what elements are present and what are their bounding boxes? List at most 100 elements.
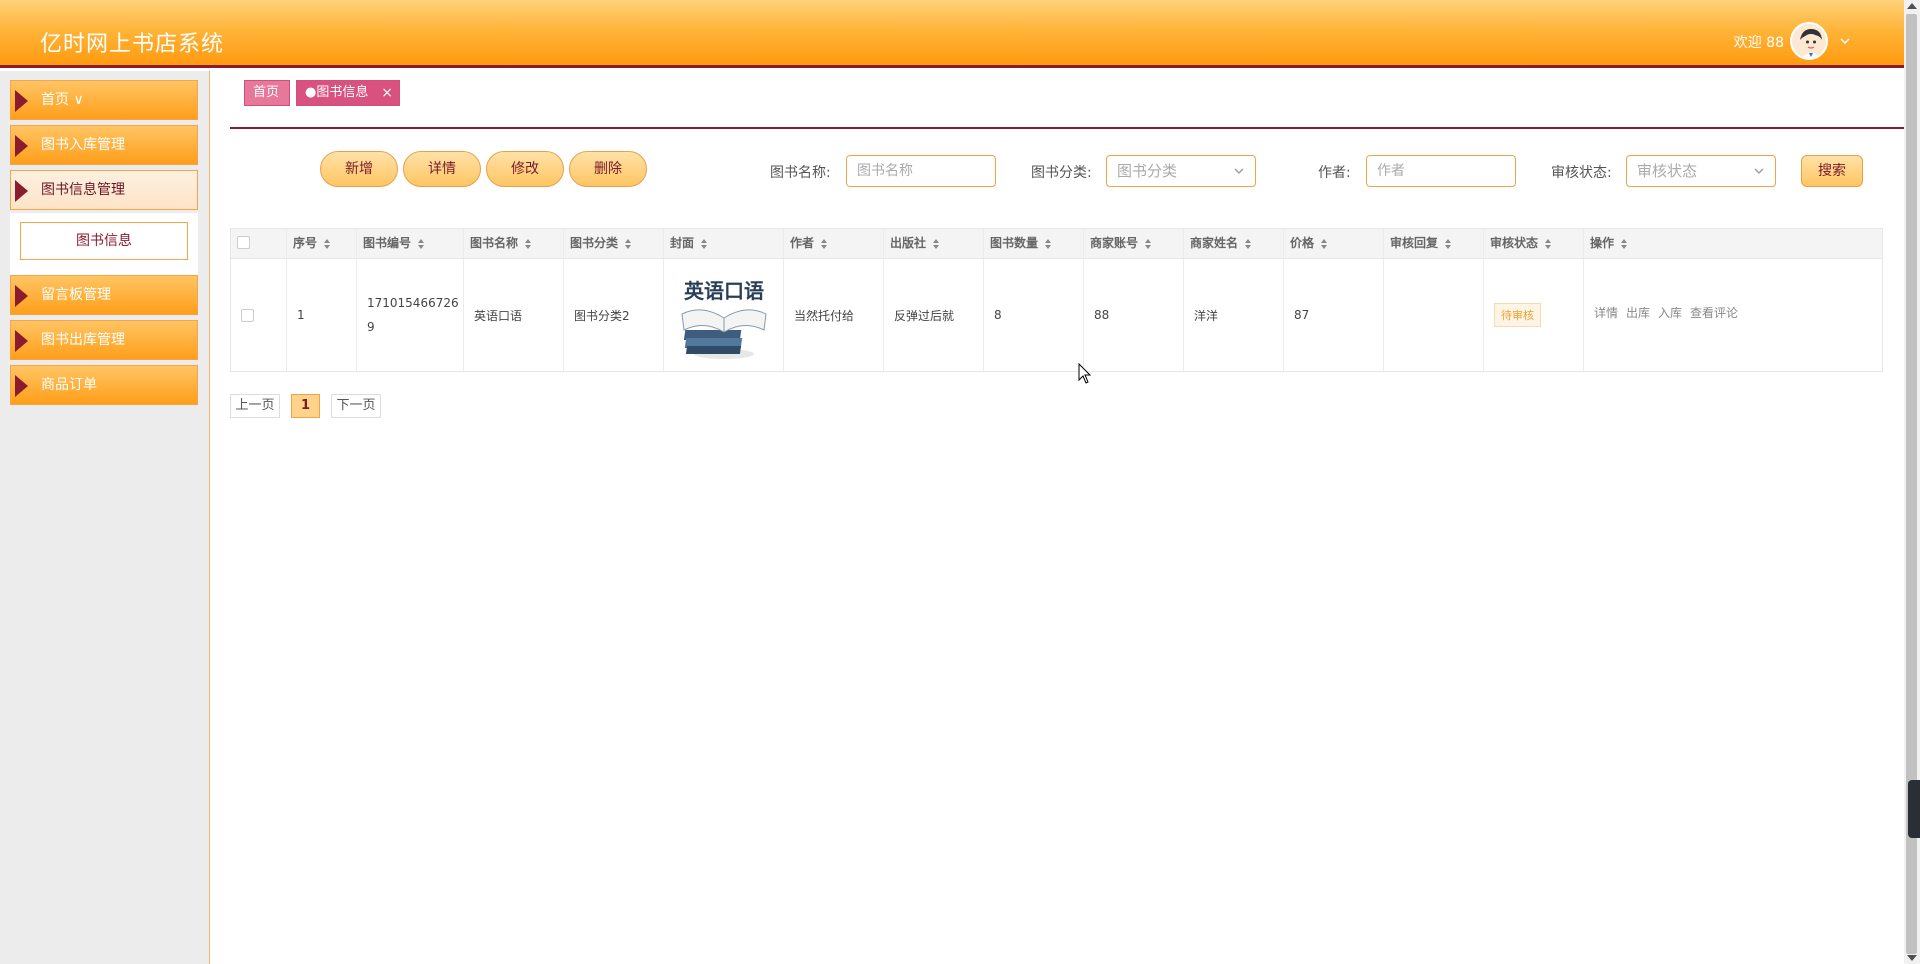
review-status-select[interactable]: 审核状态 [1626,155,1776,187]
table-header: 序号 图书编号 图书名称 图书分类 封面 作者 出版社 图书数量 商家账号 商家… [231,229,1882,259]
tab-home[interactable]: 首页 [244,80,290,106]
book-category-select[interactable]: 图书分类 [1106,155,1256,187]
column-header[interactable]: 封面 [664,229,784,258]
triangle-right-icon [15,330,28,352]
sidebar-item-label: 图书入库管理 [41,137,125,153]
column-header[interactable]: 操作 [1584,229,1882,258]
cell-cover: 英语口语 [664,259,784,371]
scroll-down-icon[interactable] [1907,955,1917,961]
top-header: 亿时网上书店系统 欢迎 88 [0,0,1904,68]
row-view-comments-link[interactable]: 查看评论 [1690,304,1738,321]
sidebar-item-book-stock-out[interactable]: 图书出库管理 [10,320,198,360]
tab-label: ●图书信息 [305,85,369,100]
row-stock-out-link[interactable]: 出库 [1626,304,1650,321]
row-select-cell [231,259,287,371]
page-number-current[interactable]: 1 [291,394,320,418]
sidebar-submenu: 图书信息 [10,213,198,275]
sidebar-item-message-board[interactable]: 留言板管理 [10,275,198,315]
cell-book-no: 171015466726 9 [357,259,464,371]
row-detail-link[interactable]: 详情 [1594,304,1618,321]
sidebar-item-label: 首页 ∨ [41,92,84,108]
triangle-right-icon [15,90,28,112]
sort-icon [1245,238,1252,249]
cell-book-name: 英语口语 [464,259,564,371]
sort-icon [1145,238,1152,249]
prev-page-button[interactable]: 上一页 [230,394,280,418]
search-button[interactable]: 搜索 [1801,155,1863,187]
tab-divider [230,127,1904,129]
column-header[interactable]: 图书编号 [357,229,464,258]
column-header[interactable]: 审核回复 [1384,229,1484,258]
sidebar-item-label: 留言板管理 [41,287,111,303]
column-header[interactable]: 图书名称 [464,229,564,258]
cell-index: 1 [287,259,357,371]
sort-icon [418,238,425,249]
sort-icon [1445,238,1452,249]
table-row[interactable]: 1 171015466726 9 英语口语 图书分类2 英语口语 当然托付给 反… [231,259,1882,371]
book-name-label: 图书名称: [770,165,831,181]
book-category-label: 图书分类: [1031,165,1092,181]
column-header[interactable]: 序号 [287,229,357,258]
column-header[interactable]: 作者 [784,229,884,258]
sort-icon [625,238,632,249]
user-menu-chevron-icon[interactable] [1838,34,1852,48]
add-button[interactable]: 新增 [320,151,398,187]
welcome-text: 欢迎 88 [1733,35,1784,51]
book-cover-image: 英语口语 [680,279,767,359]
sidebar-item-home[interactable]: 首页 ∨ [10,80,198,120]
detail-button[interactable]: 详情 [403,151,481,187]
scroll-up-icon[interactable] [1907,3,1917,9]
sidebar-item-orders[interactable]: 商品订单 [10,365,198,405]
cell-publisher: 反弹过后就 [884,259,984,371]
sort-icon [1045,238,1052,249]
column-header[interactable]: 图书分类 [564,229,664,258]
sidebar-item-label: 图书出库管理 [41,332,125,348]
user-avatar[interactable] [1790,22,1828,60]
cell-merchant-account: 88 [1084,259,1184,371]
sidebar: 首页 ∨ 图书入库管理 图书信息管理 图书信息 留言板管理 图书出库管理 商品订… [0,71,210,964]
sort-icon [324,238,331,249]
tab-close-icon[interactable]: × [381,81,393,105]
tab-book-info[interactable]: ●图书信息 × [296,80,400,106]
sort-icon [701,238,708,249]
sort-icon [1321,238,1328,249]
author-input[interactable] [1366,155,1516,187]
sort-icon [933,238,940,249]
mouse-cursor-icon [1078,363,1092,384]
column-header[interactable]: 审核状态 [1484,229,1584,258]
row-stock-in-link[interactable]: 入库 [1658,304,1682,321]
triangle-right-icon [15,285,28,307]
book-name-input[interactable] [846,155,996,187]
cell-category: 图书分类2 [564,259,664,371]
cell-author: 当然托付给 [784,259,884,371]
select-placeholder: 审核状态 [1637,162,1698,180]
side-floating-widget[interactable] [1908,780,1920,838]
sort-icon [525,238,532,249]
row-checkbox[interactable] [241,308,254,322]
select-all-checkbox[interactable] [237,236,250,249]
sidebar-item-book-stock-in[interactable]: 图书入库管理 [10,125,198,165]
triangle-right-icon [15,375,28,397]
column-header[interactable]: 商家账号 [1084,229,1184,258]
submenu-item-book-info[interactable]: 图书信息 [20,222,188,260]
chevron-down-icon [1234,168,1244,174]
header-select-all [231,229,287,258]
sidebar-item-label: 商品订单 [41,377,97,393]
cover-title: 英语口语 [684,279,764,303]
cell-merchant-name: 洋洋 [1184,259,1284,371]
cell-review-status: 待审核 [1484,259,1584,371]
column-header[interactable]: 价格 [1284,229,1384,258]
status-badge: 待审核 [1494,303,1541,327]
edit-button[interactable]: 修改 [486,151,564,187]
column-header[interactable]: 图书数量 [984,229,1084,258]
app-title: 亿时网上书店系统 [40,32,225,57]
next-page-button[interactable]: 下一页 [331,394,381,418]
triangle-right-icon [15,180,28,202]
column-header[interactable]: 商家姓名 [1184,229,1284,258]
author-label: 作者: [1318,165,1351,181]
sidebar-item-book-info[interactable]: 图书信息管理 [10,170,198,210]
column-header[interactable]: 出版社 [884,229,984,258]
review-status-label: 审核状态: [1551,165,1612,181]
delete-button[interactable]: 删除 [569,151,647,187]
cell-review-reply [1384,259,1484,371]
